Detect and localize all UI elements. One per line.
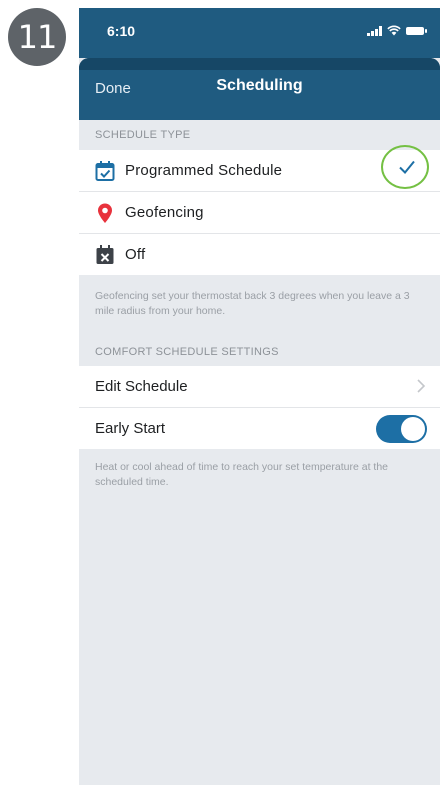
step-number-badge: 11: [8, 8, 66, 66]
page-title: Scheduling: [216, 77, 303, 94]
geofencing-description: Geofencing set your thermostat back 3 de…: [95, 290, 410, 317]
location-pin-icon: [98, 203, 112, 223]
comfort-settings-header: COMFORT SCHEDULE SETTINGS: [95, 346, 279, 358]
toggle-knob: [401, 417, 425, 441]
signal-icon: [367, 25, 382, 36]
early-start-description: Heat or cool ahead of time to reach your…: [95, 461, 388, 488]
chevron-right-icon: [417, 379, 426, 393]
early-start-label: Early Start: [95, 420, 166, 437]
schedule-option-geofencing[interactable]: Geofencing: [79, 192, 440, 234]
selected-highlight-circle: [381, 145, 429, 189]
status-time: 6:10: [107, 23, 136, 39]
edit-schedule-row[interactable]: Edit Schedule: [79, 366, 440, 408]
early-start-row: Early Start: [79, 408, 440, 449]
edit-schedule-label: Edit Schedule: [95, 378, 188, 395]
schedule-option-label: Programmed Schedule: [125, 162, 283, 179]
schedule-option-programmed[interactable]: Programmed Schedule: [79, 145, 440, 192]
status-bar: 6:10: [79, 8, 440, 58]
battery-icon: [406, 26, 427, 35]
comfort-settings-list: Edit Schedule Early Start: [79, 366, 440, 449]
checkmark-icon: [399, 160, 415, 174]
phone-screen: 6:10 Done Scheduling SCHEDULE TYPE Progr…: [79, 8, 440, 785]
schedule-option-off[interactable]: Off: [79, 234, 440, 275]
schedule-option-label: Off: [125, 246, 146, 263]
calendar-check-icon: [95, 161, 115, 181]
wifi-icon: [387, 25, 401, 36]
calendar-x-icon: [96, 245, 114, 264]
navigation-bar: Done Scheduling: [79, 58, 440, 120]
schedule-option-label: Geofencing: [125, 204, 204, 221]
schedule-type-header: SCHEDULE TYPE: [95, 129, 191, 141]
schedule-type-list: Programmed Schedule Geofencing Off: [79, 145, 440, 275]
early-start-toggle[interactable]: [376, 415, 427, 443]
status-icons: [367, 25, 427, 36]
